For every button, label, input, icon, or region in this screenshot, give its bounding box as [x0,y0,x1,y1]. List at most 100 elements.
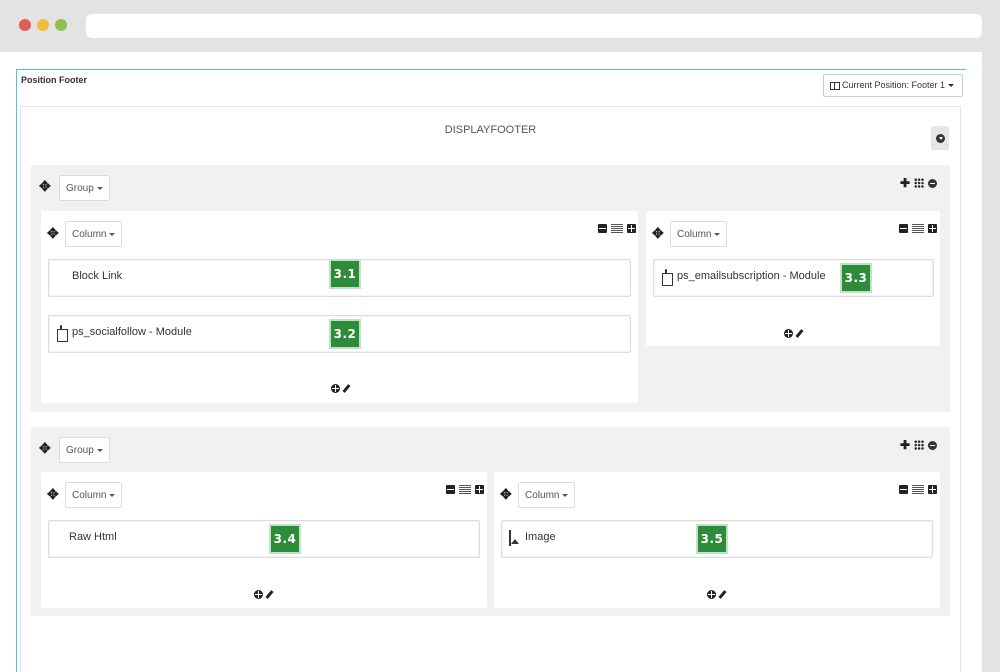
current-position-label: Current Position: Footer 1 [842,80,946,90]
column-dropdown[interactable]: Column [518,482,576,508]
column-dropdown[interactable]: Column [670,221,728,247]
group-dropdown[interactable]: Group [59,175,110,201]
add-module-icon[interactable] [331,384,340,393]
current-position-dropdown[interactable]: Current Position: Footer 1 [823,74,963,97]
increase-width-icon[interactable] [475,485,484,494]
edit-icon[interactable] [718,590,727,599]
column-dropdown-label: Column [72,229,107,240]
module-label: ps_socialfollow - Module [72,326,192,338]
column-3: ✥ Column Raw Html 3.4 [41,472,487,608]
position-footer-panel: Position Footer Current Position: Footer… [16,69,966,672]
increase-width-icon[interactable] [928,224,937,233]
image-icon [509,530,511,546]
column-2: ✥ Column ps_emailsubscription - Module 3… [646,211,940,346]
decrease-width-icon[interactable] [899,224,908,233]
column-actions [254,590,274,599]
maximize-window-icon[interactable] [55,19,67,31]
module-label: Image [525,531,556,543]
group-tools: ✚ [900,438,938,452]
column-dropdown-label: Column [72,490,107,501]
add-module-icon[interactable] [254,590,263,599]
module-image[interactable]: Image 3.5 [501,520,933,558]
caret-down-icon [562,493,569,497]
group-dropdown[interactable]: Group [59,437,110,463]
move-icon[interactable]: ✥ [652,226,664,240]
browser-chrome [0,0,1000,52]
column-tools [598,224,636,233]
column-dropdown[interactable]: Column [65,482,123,508]
module-label: Raw Html [69,531,117,543]
move-icon[interactable]: ✥ [47,226,59,240]
step-badge: 3.1 [329,259,361,289]
hook-collapse-button[interactable] [931,126,949,150]
module-label: ps_emailsubscription - Module [677,270,826,282]
column-1: ✥ Column Block Link 3.1 ps_socialfollow … [41,211,638,403]
address-bar[interactable] [86,14,982,38]
step-badge: 3.4 [269,524,301,554]
grid-icon[interactable] [914,178,925,188]
add-column-icon[interactable]: ✚ [900,176,910,190]
decrease-width-icon[interactable] [446,485,455,494]
move-icon[interactable]: ✥ [500,487,512,501]
group-tools: ✚ [900,176,938,190]
module-block-link[interactable]: Block Link 3.1 [48,259,631,297]
page-viewport: Position Footer Current Position: Footer… [0,52,982,672]
group-2: ✥ Group ✚ ✥ Column Raw Html 3.4 ✥ Column… [31,427,950,616]
module-raw-html[interactable]: Raw Html 3.4 [48,520,480,558]
caret-down-icon [109,232,116,236]
minimize-window-icon[interactable] [37,19,49,31]
move-icon[interactable]: ✥ [39,441,51,455]
width-bar-icon [912,485,924,494]
edit-icon[interactable] [265,590,274,599]
width-bar-icon [611,224,623,233]
hook-title: DISPLAYFOOTER [444,124,537,136]
module-ps-socialfollow[interactable]: ps_socialfollow - Module 3.2 [48,315,631,353]
panel-title: Position Footer [21,75,87,85]
step-badge: 3.2 [329,319,361,349]
decrease-width-icon[interactable] [899,485,908,494]
decrease-width-icon[interactable] [598,224,607,233]
group-dropdown-label: Group [66,445,94,456]
column-dropdown-label: Column [525,490,560,501]
caret-down-icon [96,186,103,190]
step-badge: 3.3 [840,263,872,293]
module-icon [665,269,667,285]
increase-width-icon[interactable] [928,485,937,494]
column-tools [446,485,484,494]
caret-down-icon [948,84,955,88]
module-label: Block Link [72,270,123,282]
column-dropdown-label: Column [677,229,712,240]
add-module-icon[interactable] [784,329,793,338]
move-icon[interactable]: ✥ [47,487,59,501]
step-badge: 3.5 [696,524,728,554]
collapse-icon[interactable] [928,440,938,450]
width-bar-icon [912,224,924,233]
hook-displayfooter: DISPLAYFOOTER ✥ Group ✚ ✥ Column Block L… [20,106,961,672]
width-bar-icon [459,485,471,494]
close-window-icon[interactable] [19,19,31,31]
column-actions [331,384,351,393]
module-icon [60,325,62,341]
caret-down-icon [96,448,103,452]
move-icon[interactable]: ✥ [39,179,51,193]
module-ps-emailsubscription[interactable]: ps_emailsubscription - Module 3.3 [653,259,934,297]
column-4: ✥ Column Image 3.5 [494,472,940,608]
columns-icon [830,82,840,90]
increase-width-icon[interactable] [627,224,636,233]
column-tools [899,485,937,494]
group-1: ✥ Group ✚ ✥ Column Block Link 3.1 ps_soc… [31,165,950,412]
column-actions [784,329,804,338]
collapse-icon[interactable] [928,178,938,188]
column-tools [899,224,937,233]
caret-down-icon [109,493,116,497]
edit-icon[interactable] [342,384,351,393]
column-dropdown[interactable]: Column [65,221,123,247]
edit-icon[interactable] [795,329,804,338]
add-module-icon[interactable] [707,590,716,599]
grid-icon[interactable] [914,440,925,450]
caret-down-icon [714,232,721,236]
arrow-circle-down-icon [936,134,945,143]
group-dropdown-label: Group [66,183,94,194]
add-column-icon[interactable]: ✚ [900,438,910,452]
column-actions [707,590,727,599]
